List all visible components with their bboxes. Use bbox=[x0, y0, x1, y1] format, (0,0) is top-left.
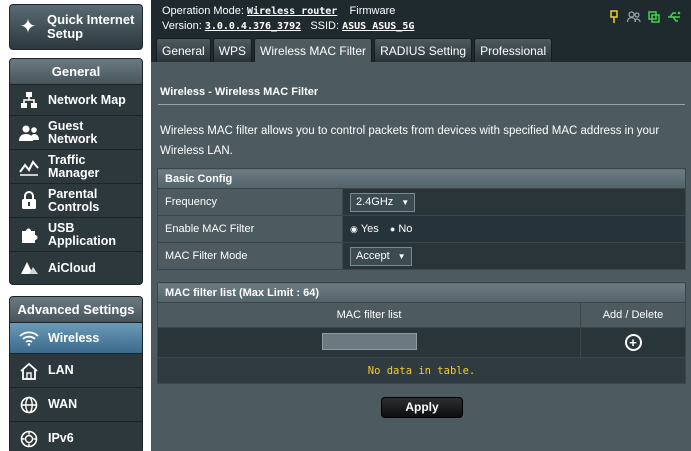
wifi-icon bbox=[18, 327, 40, 349]
sidebar-item-label: WAN bbox=[48, 397, 78, 411]
lock-icon bbox=[18, 190, 40, 212]
frequency-select-value: 2.4GHz bbox=[356, 196, 394, 208]
enable-mac-filter-row: Enable MAC Filter ◉ Yes ● No bbox=[157, 215, 686, 243]
tab-radius-setting[interactable]: RADIUS Setting bbox=[374, 38, 473, 62]
puzzle-icon bbox=[18, 224, 40, 246]
ssid-value: ASUS ASUS_5G bbox=[342, 21, 415, 32]
mac-list-column-header: MAC filter list bbox=[157, 302, 581, 328]
sidebar-item-label: AiCloud bbox=[48, 260, 96, 275]
advanced-menu-header: Advanced Settings bbox=[10, 297, 142, 323]
sidebar-item-label: Network bbox=[48, 131, 98, 146]
operation-mode-line: Operation Mode: Wireless router Firmware bbox=[162, 5, 395, 17]
guest-network-icon bbox=[18, 122, 40, 144]
sidebar-item-label: Manager bbox=[48, 165, 100, 180]
chevron-down-icon: ▼ bbox=[401, 197, 410, 207]
sidebar-item-traffic-manager[interactable]: Traffic Manager bbox=[10, 150, 142, 184]
op-mode-link[interactable]: Wireless router bbox=[247, 6, 337, 17]
sidebar-item-label: Wireless bbox=[48, 330, 100, 345]
title-divider bbox=[158, 104, 685, 105]
sidebar-item-label: Guest bbox=[48, 118, 84, 133]
mac-filter-mode-value: Accept bbox=[356, 250, 390, 262]
sidebar-item-label: Network Map bbox=[48, 92, 126, 107]
traffic-manager-icon bbox=[18, 156, 40, 178]
mac-filter-list-table: MAC filter list (Max Limit : 64) MAC fil… bbox=[157, 282, 686, 384]
sidebar-item-parental-controls[interactable]: Parental Controls bbox=[10, 184, 142, 218]
frequency-select[interactable]: 2.4GHz ▼ bbox=[350, 192, 416, 212]
home-icon bbox=[18, 360, 40, 382]
tab-professional[interactable]: Professional bbox=[474, 38, 553, 62]
radio-label: No bbox=[398, 222, 413, 235]
qis-label-line1: Quick Internet bbox=[47, 12, 135, 27]
app-status-icon[interactable] bbox=[647, 10, 661, 24]
general-menu-header: General bbox=[10, 59, 142, 85]
op-mode-label: Operation Mode: bbox=[162, 5, 244, 17]
advanced-menu: Advanced Settings Wireless LAN WAN IPv6 bbox=[9, 296, 143, 451]
mac-filter-mode-select[interactable]: Accept ▼ bbox=[350, 246, 412, 266]
globe-icon bbox=[18, 394, 40, 416]
sidebar-item-label: Traffic bbox=[48, 152, 86, 167]
tab-wireless-mac-filter[interactable]: Wireless MAC Filter bbox=[254, 38, 373, 62]
version-label: Version: bbox=[162, 20, 202, 32]
usb-connection-icon[interactable] bbox=[667, 10, 681, 24]
frequency-row: Frequency 2.4GHz ▼ bbox=[157, 188, 686, 216]
page-title: Wireless - Wireless MAC Filter bbox=[160, 86, 319, 98]
sidebar-item-network-map[interactable]: Network Map bbox=[10, 85, 142, 116]
add-delete-column-header: Add / Delete bbox=[580, 302, 686, 328]
page-description: Wireless MAC filter allows you to contro… bbox=[160, 125, 660, 157]
apply-button[interactable]: Apply bbox=[381, 397, 463, 418]
qis-label-line2: Setup bbox=[47, 26, 84, 41]
sidebar-item-usb-application[interactable]: USB Application bbox=[10, 218, 142, 252]
sidebar-item-label: USB bbox=[48, 220, 75, 235]
enable-mac-filter-label: Enable MAC Filter bbox=[157, 215, 343, 243]
sidebar-item-wan[interactable]: WAN bbox=[10, 388, 142, 422]
mac-filter-mode-label: MAC Filter Mode bbox=[157, 242, 343, 270]
general-menu: General Network Map Guest Network Traffi… bbox=[9, 58, 143, 285]
radio-label: Yes bbox=[360, 223, 379, 236]
usb-status-icon[interactable] bbox=[607, 10, 621, 24]
basic-config-table: Basic Config Frequency 2.4GHz ▼ Enable M… bbox=[157, 168, 686, 270]
clients-status-icon[interactable] bbox=[627, 10, 641, 24]
sidebar-item-label: LAN bbox=[48, 363, 74, 377]
quick-internet-setup-button[interactable]: ✦ Quick Internet Setup bbox=[9, 4, 143, 50]
chevron-down-icon: ▼ bbox=[397, 251, 406, 261]
enable-no-radio[interactable]: ● No bbox=[390, 223, 413, 235]
cloud-icon bbox=[18, 257, 40, 279]
tab-bar: General WPS Wireless MAC Filter RADIUS S… bbox=[156, 38, 553, 62]
radio-selected-icon: ◉ bbox=[350, 223, 358, 234]
tab-general[interactable]: General bbox=[156, 38, 211, 62]
version-line: Version: 3.0.0.4.376_3792 SSID: ASUS ASU… bbox=[162, 20, 414, 32]
sidebar-item-label: IPv6 bbox=[48, 431, 74, 445]
network-map-icon bbox=[18, 89, 40, 111]
enable-yes-radio[interactable]: ◉ Yes bbox=[350, 223, 379, 235]
sidebar-item-wireless[interactable]: Wireless bbox=[10, 323, 142, 354]
radio-unselected-icon: ● bbox=[389, 223, 396, 234]
sidebar-item-aicloud[interactable]: AiCloud bbox=[10, 252, 142, 284]
basic-config-header: Basic Config bbox=[157, 168, 686, 189]
sidebar-item-ipv6[interactable]: IPv6 bbox=[10, 422, 142, 451]
mac-list-header: MAC filter list (Max Limit : 64) bbox=[157, 282, 686, 303]
sidebar-item-lan[interactable]: LAN bbox=[10, 354, 142, 388]
firmware-label: Firmware bbox=[349, 5, 396, 17]
status-icons bbox=[607, 10, 681, 24]
top-header: Operation Mode: Wireless router Firmware… bbox=[151, 0, 691, 62]
sidebar-item-label: Parental bbox=[48, 186, 98, 201]
mac-address-input[interactable] bbox=[321, 332, 417, 350]
sidebar: ✦ Quick Internet Setup General Network M… bbox=[0, 0, 151, 451]
tab-wps[interactable]: WPS bbox=[212, 38, 253, 62]
mac-filter-mode-row: MAC Filter Mode Accept ▼ bbox=[157, 242, 686, 270]
sidebar-item-label: Application bbox=[48, 233, 117, 248]
ipv6-icon bbox=[18, 428, 40, 450]
sidebar-item-label: Controls bbox=[48, 199, 100, 214]
magic-wand-icon: ✦ bbox=[19, 16, 37, 38]
ssid-label: SSID: bbox=[310, 20, 340, 32]
frequency-label: Frequency bbox=[157, 188, 343, 216]
add-icon[interactable]: + bbox=[624, 334, 642, 351]
no-data-message: No data in table. bbox=[157, 357, 686, 384]
sidebar-item-guest-network[interactable]: Guest Network bbox=[10, 116, 142, 150]
firmware-version-link[interactable]: 3.0.0.4.376_3792 bbox=[205, 21, 301, 32]
main-content: Wireless - Wireless MAC Filter Wireless … bbox=[151, 62, 691, 451]
